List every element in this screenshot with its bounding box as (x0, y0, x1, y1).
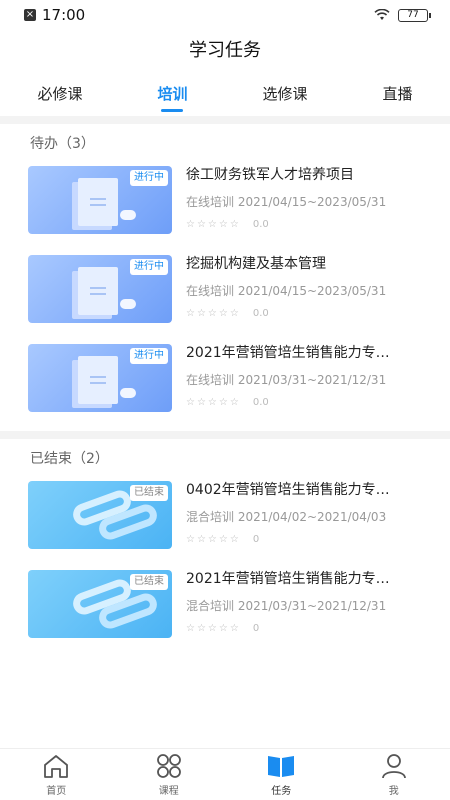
tab-bar: 必修课 培训 选修课 直播 (0, 72, 450, 116)
todo-section-header: 待办（3） (30, 136, 95, 152)
rating: ☆☆☆☆☆ 0.0 (186, 308, 420, 320)
task-card[interactable]: 已结束 0402年营销管培生销售能力专… 混合培训 2021/04/02~202… (0, 479, 450, 568)
nav-courses[interactable]: 课程 (129, 749, 209, 800)
home-icon (44, 755, 69, 778)
battery-icon: 77 (398, 8, 431, 22)
book-illustration (78, 356, 118, 404)
book-illustration (78, 178, 118, 226)
grid-icon (156, 754, 181, 778)
user-icon (381, 754, 406, 779)
rating-score: 0.0 (252, 397, 269, 408)
rating-score: 0 (252, 623, 260, 634)
star-icons: ☆☆☆☆☆ (186, 534, 241, 545)
tab-training[interactable]: 培训 (149, 72, 195, 116)
rating-score: 0.0 (252, 308, 269, 319)
section-divider (0, 431, 450, 439)
nav-tasks[interactable]: 任务 (241, 749, 321, 800)
tab-elective[interactable]: 选修课 (254, 72, 315, 116)
task-name: 2021年营销管培生销售能力专… (186, 345, 390, 361)
course-thumbnail: 进行中 (28, 344, 172, 412)
task-card[interactable]: 已结束 2021年营销管培生销售能力专… 混合培训 2021/03/31~202… (0, 568, 450, 657)
status-bar: × 17:00 77 (0, 0, 450, 30)
rating: ☆☆☆☆☆ 0 (186, 623, 420, 635)
nav-me[interactable]: 我 (354, 749, 434, 800)
status-badge: 进行中 (130, 348, 168, 364)
tab-required[interactable]: 必修课 (29, 72, 90, 116)
book-illustration (78, 267, 118, 315)
rating-score: 0.0 (252, 219, 269, 230)
task-card[interactable]: 进行中 2021年营销管培生销售能力专… 在线培训 2021/03/31~202… (0, 342, 450, 431)
task-meta: 在线培训 2021/03/31~2021/12/31 (186, 373, 387, 387)
status-badge: 已结束 (130, 485, 168, 501)
task-meta: 混合培训 2021/03/31~2021/12/31 (186, 599, 387, 613)
status-time: 17:00 (42, 6, 86, 24)
star-icons: ☆☆☆☆☆ (186, 397, 241, 408)
task-card[interactable]: 进行中 挖掘机构建及基本管理 在线培训 2021/04/15~2023/05/3… (0, 253, 450, 342)
star-icons: ☆☆☆☆☆ (186, 623, 241, 634)
task-name: 0402年营销管培生销售能力专… (186, 482, 390, 498)
sim-off-icon: × (24, 9, 36, 21)
nav-home[interactable]: 首页 (16, 749, 96, 800)
rating-score: 0 (252, 534, 260, 545)
course-thumbnail: 已结束 (28, 481, 172, 549)
page-title: 学习任务 (189, 40, 261, 61)
rating: ☆☆☆☆☆ 0 (186, 534, 420, 546)
star-icons: ☆☆☆☆☆ (186, 219, 241, 230)
task-name: 挖掘机构建及基本管理 (186, 256, 326, 272)
status-badge: 进行中 (130, 170, 168, 186)
rating: ☆☆☆☆☆ 0.0 (186, 219, 420, 231)
course-thumbnail: 进行中 (28, 166, 172, 234)
task-meta: 在线培训 2021/04/15~2023/05/31 (186, 195, 387, 209)
status-badge: 进行中 (130, 259, 168, 275)
section-divider (0, 116, 450, 124)
star-icons: ☆☆☆☆☆ (186, 308, 241, 319)
task-name: 2021年营销管培生销售能力专… (186, 571, 390, 587)
ended-section-header: 已结束（2） (30, 451, 109, 467)
task-meta: 混合培训 2021/04/02~2021/04/03 (186, 510, 387, 524)
tab-live[interactable]: 直播 (374, 72, 420, 116)
bottom-nav: 首页 课程 任务 我 (0, 748, 450, 800)
wifi-icon (374, 9, 390, 20)
course-thumbnail: 进行中 (28, 255, 172, 323)
task-name: 徐工财务铁军人才培养项目 (186, 167, 354, 183)
rating: ☆☆☆☆☆ 0.0 (186, 397, 420, 409)
book-icon (268, 756, 295, 777)
task-meta: 在线培训 2021/04/15~2023/05/31 (186, 284, 387, 298)
task-card[interactable]: 进行中 徐工财务铁军人才培养项目 在线培训 2021/04/15~2023/05… (0, 164, 450, 253)
status-badge: 已结束 (130, 574, 168, 590)
course-thumbnail: 已结束 (28, 570, 172, 638)
